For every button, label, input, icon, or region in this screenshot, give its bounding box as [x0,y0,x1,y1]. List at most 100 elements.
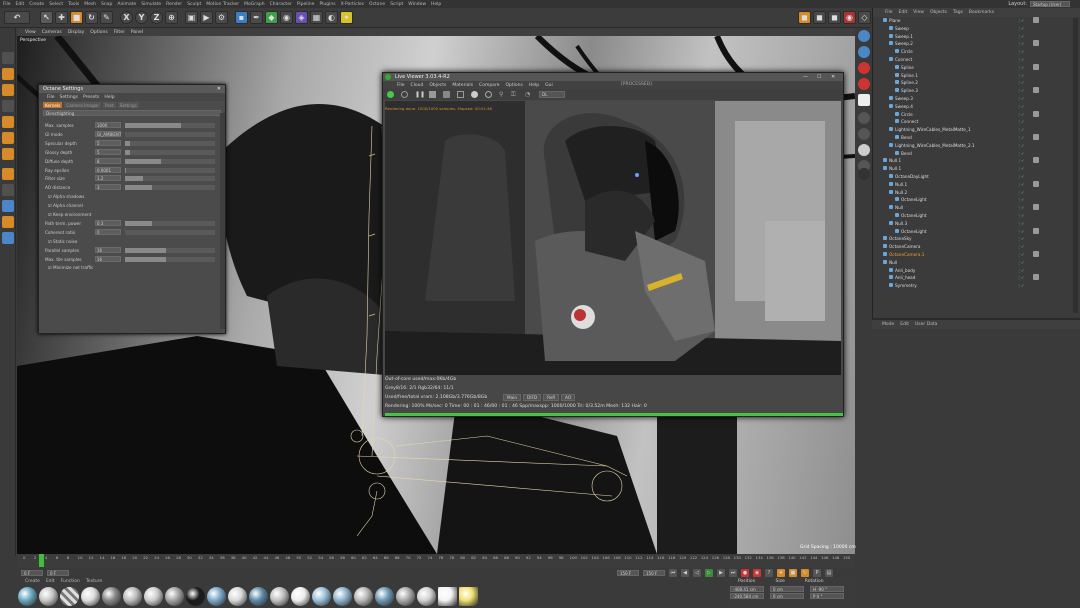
setting-value-field[interactable]: 1.2 [95,175,121,182]
menu-item[interactable]: Window [408,2,426,7]
axis-mode-icon[interactable] [2,168,14,180]
material-thumbnail[interactable] [81,587,100,606]
object-row[interactable]: OctaneCamera.1 ⋮✓ [873,251,1069,259]
setting-slider[interactable] [125,167,215,173]
visibility-toggle[interactable]: ⋮✓ [1017,41,1027,46]
render-pass-button[interactable]: Refl [543,394,560,401]
pause-render-icon[interactable]: ❚❚ [415,91,425,98]
info-icon[interactable]: ◔ [525,91,530,98]
material-pick-icon[interactable] [471,91,478,98]
live-viewer-menu-item[interactable]: File [397,83,405,88]
object-row[interactable]: Lightning_WireCables_MetalMatte_2.1 ⋮✓ [873,142,1069,150]
setting-slider[interactable] [125,229,215,235]
setting-value-field[interactable]: GI_AMBIENT [95,130,121,137]
menu-item[interactable]: File [3,2,11,7]
render-image[interactable] [385,101,841,375]
object-menu-item[interactable]: Objects [930,10,947,15]
cube-primitive-icon[interactable]: ▪ [235,11,248,24]
object-tag-icon[interactable] [1033,157,1039,164]
object-row[interactable]: OctaneLight ⋮✓ [873,227,1069,236]
octane-sphere-icon[interactable] [858,30,870,42]
object-row[interactable]: Plane ⋮✓ [873,17,1069,25]
material-thumbnail[interactable] [312,587,331,606]
material-thumbnail[interactable] [396,587,415,606]
octane-menu-item[interactable]: File [47,95,55,100]
object-row[interactable]: Null.1 ⋮✓ [873,165,1069,173]
object-tag-icon[interactable] [1033,87,1039,94]
playhead[interactable] [39,554,45,567]
visibility-toggle[interactable]: ⋮✓ [1017,229,1027,234]
setting-slider[interactable] [125,149,215,155]
visibility-toggle[interactable]: ⋮✓ [1017,18,1027,23]
grid-icon[interactable] [2,232,14,244]
octane-window-icon[interactable] [858,94,870,106]
kernel-dropdown[interactable]: Directlighting [43,110,221,116]
setting-checkbox[interactable]: ☑ [48,239,52,244]
object-row[interactable]: Sweep.3 ⋮✓ [873,95,1069,103]
size-y-field[interactable]: 0 cm [770,593,804,599]
viewport-menu-item[interactable]: Cameras [42,30,62,35]
material-thumbnail[interactable] [228,587,247,606]
object-row[interactable]: Anli_body ⋮✓ [873,267,1069,275]
visibility-toggle[interactable]: ⋮✓ [1017,88,1027,93]
octane-record2-icon[interactable] [858,78,870,90]
menu-item[interactable]: X-Particles [341,2,364,7]
octane-tab[interactable]: Kernels [43,102,63,108]
setting-value-field[interactable]: 0.0001 [95,166,121,173]
visibility-toggle[interactable]: ⋮✓ [1017,119,1027,124]
send-scene-icon[interactable] [443,91,450,98]
material-thumbnail[interactable] [123,587,142,606]
menu-item[interactable]: Pipeline [297,2,315,7]
keyframe-selection-icon[interactable]: ? [765,569,773,577]
setting-slider[interactable] [125,123,215,128]
object-menu-item[interactable]: View [913,10,924,15]
viewport-menu-item[interactable]: View [25,30,36,35]
menu-item[interactable]: Sculpt [187,2,201,7]
rotate-tool-icon[interactable]: ↻ [85,11,98,24]
object-row[interactable]: OctaneSky ⋮✓ [873,235,1069,243]
visibility-toggle[interactable]: ⋮✓ [1017,104,1027,109]
object-row[interactable]: Bend ⋮✓ [873,134,1069,142]
visibility-toggle[interactable]: ⋮✓ [1017,112,1027,117]
tweak-mode-icon[interactable] [2,184,14,196]
subdivision-icon[interactable]: ◆ [265,11,278,24]
viewport-menu-item[interactable]: Options [90,30,107,35]
object-row[interactable]: Null.1 ⋮✓ [873,180,1069,189]
visibility-toggle[interactable]: ⋮✓ [1017,236,1027,241]
object-row[interactable]: Null ⋮✓ [873,259,1069,267]
setting-value-field[interactable]: 16 [95,255,121,262]
octane-tab[interactable]: Camera Imager [64,102,101,108]
size-x-field[interactable]: 0 cm [770,586,804,592]
object-menu-item[interactable]: Edit [899,10,908,15]
object-row[interactable]: Sweep.4 ⋮✓ [873,103,1069,111]
material-thumbnail[interactable] [291,587,310,606]
octane-material-icon[interactable]: ◼ [813,11,826,24]
object-row[interactable]: OctaneDayLight ⋮✓ [873,173,1069,181]
setting-slider[interactable] [125,176,215,182]
setting-slider[interactable] [125,220,215,226]
current-frame-field[interactable]: 0 F [21,570,43,576]
layout-dropdown[interactable]: Startup (User) [1030,1,1070,7]
material-thumbnail[interactable] [354,587,373,606]
object-row[interactable]: Null ⋮✓ [873,204,1069,212]
object-row[interactable]: Circle ⋮✓ [873,48,1069,56]
object-tag-icon[interactable] [1033,63,1039,70]
octane-sky-icon[interactable] [858,144,870,156]
object-tag-icon[interactable] [1033,204,1039,211]
model-mode-icon[interactable] [2,68,14,80]
end-frame-field[interactable]: 150 F [617,570,639,576]
scale-tool-icon[interactable]: ■ [70,11,83,24]
pos-x-field[interactable]: -408.41 cm [730,586,764,592]
object-tag-icon[interactable] [1033,180,1039,187]
render-settings-icon[interactable]: ⚙ [215,11,228,24]
camera-icon[interactable]: ◐ [325,11,338,24]
setting-slider[interactable] [125,247,215,253]
visibility-toggle[interactable]: ⋮✓ [1017,73,1027,78]
lock-icon[interactable]: ⚿ [511,91,516,99]
render-pass-button[interactable]: AO [561,394,576,401]
material-thumbnail[interactable] [60,587,79,606]
object-row[interactable]: Sweep.1 ⋮✓ [873,33,1069,41]
visibility-toggle[interactable]: ⋮✓ [1017,252,1027,257]
visibility-toggle[interactable]: ⋮✓ [1017,151,1027,156]
visibility-toggle[interactable]: ⋮✓ [1017,182,1027,187]
